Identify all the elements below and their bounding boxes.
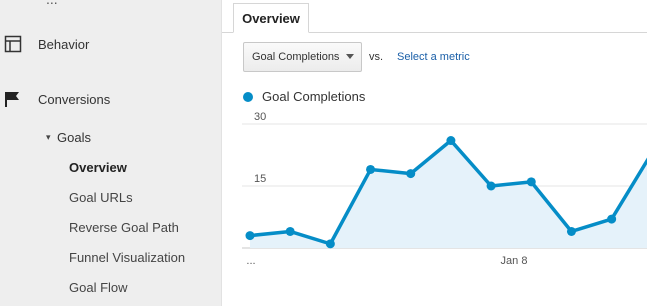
sidebar-item-label: Conversions [38,91,111,107]
series-area [250,140,647,248]
sidebar-item-behavior[interactable]: Behavior [0,30,221,58]
sidebar-subitem-label: Funnel Visualization [69,249,186,265]
data-point[interactable] [566,226,576,236]
data-point[interactable] [366,164,376,174]
data-point[interactable] [607,214,617,224]
data-point[interactable] [446,136,456,146]
vs-label: vs. [369,51,384,63]
sidebar-item-partial[interactable]: ... [46,0,58,7]
data-point[interactable] [285,226,295,236]
chevron-down-icon [346,54,354,59]
flag-icon [4,90,22,108]
data-point[interactable] [486,181,496,191]
behavior-icon [4,35,22,53]
select-metric-link[interactable]: Select a metric [397,51,470,63]
sidebar-subitem-goal-flow[interactable]: Goal Flow [0,275,221,299]
sidebar-subitem-goal-urls[interactable]: Goal URLs [0,185,221,209]
sidebar-subitem-overview[interactable]: Overview [0,155,221,179]
tab-overview[interactable]: Overview [233,3,309,33]
sidebar-subitem-reverse-goal-path[interactable]: Reverse Goal Path [0,215,221,239]
metric-selector-value: Goal Completions [252,51,340,63]
sidebar-item-label: Goals [57,129,91,145]
sidebar-item-conversions[interactable]: Conversions [0,85,221,113]
legend-dot-icon [243,92,253,102]
data-point[interactable] [406,169,416,179]
x-tick-label: ... [246,255,255,267]
data-point[interactable] [526,177,536,187]
sidebar-subitem-label: Goal URLs [69,189,133,205]
metric-selector[interactable]: Goal Completions [243,42,362,72]
y-tick-label: 30 [254,111,266,123]
data-point[interactable] [245,231,255,241]
caret-down-icon: ▾ [46,131,51,142]
sidebar-subitem-label: Reverse Goal Path [69,219,179,235]
y-tick-label: 15 [254,173,266,185]
data-point[interactable] [325,239,335,249]
sidebar-subitem-funnel-visualization[interactable]: Funnel Visualization [0,245,221,269]
sidebar-subitem-label: Goal Flow [69,279,128,295]
sidebar-item-goals[interactable]: ▾ Goals [0,125,221,149]
goal-completions-chart: 30 15... Jan 8 [242,111,647,267]
sidebar-item-label: Behavior [38,36,90,52]
sidebar: ... Behavior Conversions ▾ Goals Overvie… [0,0,222,306]
sidebar-subitem-label: Overview [69,159,127,175]
legend-label: Goal Completions [262,89,366,104]
x-tick-label: Jan 8 [501,255,528,267]
